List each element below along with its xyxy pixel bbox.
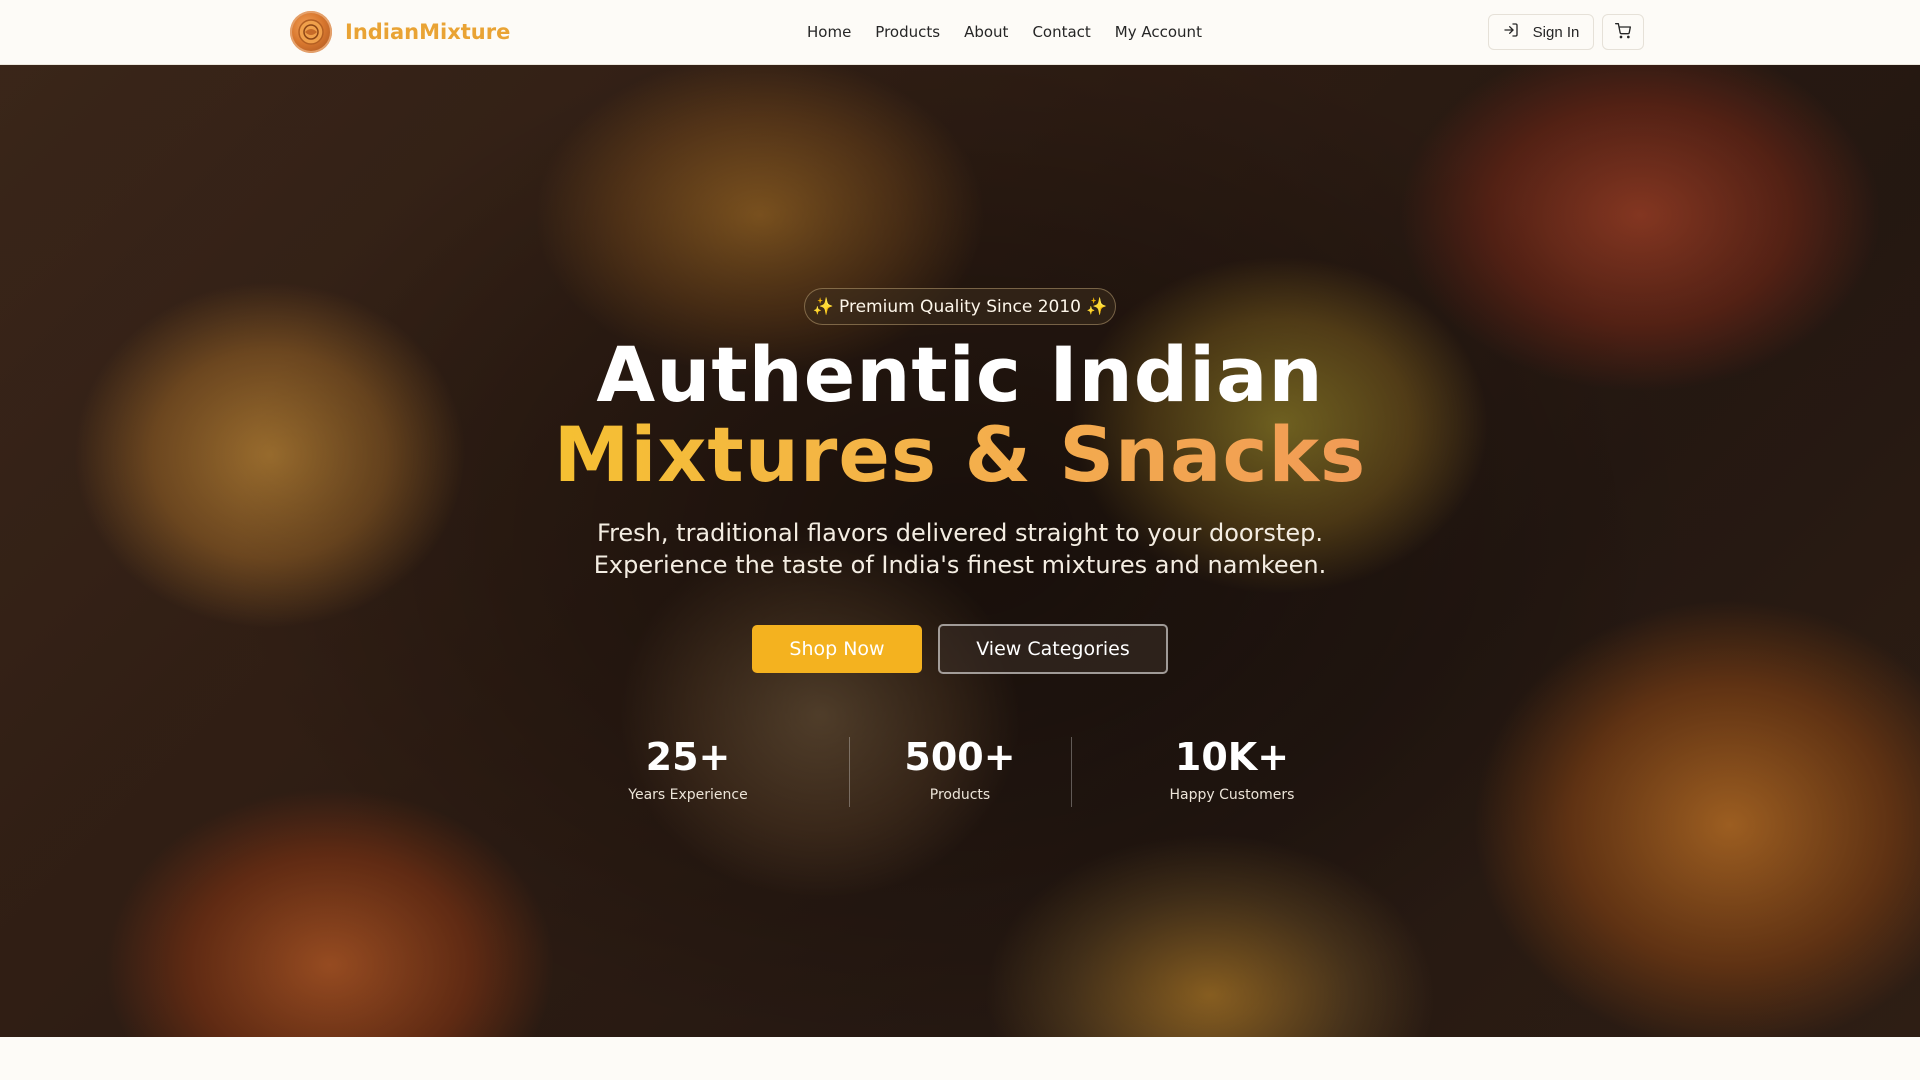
nav-link-about[interactable]: About xyxy=(964,23,1008,41)
hero-section: ✨ Premium Quality Since 2010 ✨ Authentic… xyxy=(0,65,1920,1037)
hero-subtitle: Fresh, traditional flavors delivered str… xyxy=(0,517,1920,581)
hero-subtitle-line1: Fresh, traditional flavors delivered str… xyxy=(597,519,1323,547)
shopping-cart-icon xyxy=(1615,22,1631,42)
brand-logo-icon xyxy=(290,11,332,53)
stat-label: Years Experience xyxy=(628,787,748,803)
stat-products: 500+ Products xyxy=(860,735,1060,807)
stat-value: 500+ xyxy=(904,735,1016,779)
nav-link-home[interactable]: Home xyxy=(807,23,851,41)
view-categories-button[interactable]: View Categories xyxy=(938,624,1168,674)
nav-link-products[interactable]: Products xyxy=(875,23,940,41)
hero-title-line1: Authentic Indian xyxy=(596,330,1324,419)
hero-content: ✨ Premium Quality Since 2010 ✨ Authentic… xyxy=(0,65,1920,1037)
stat-divider xyxy=(1071,737,1072,807)
sign-in-label: Sign In xyxy=(1532,23,1580,41)
hero-title: Authentic Indian Mixtures & Snacks xyxy=(0,335,1920,495)
main-nav: Home Products About Contact My Account xyxy=(807,0,1202,64)
sign-in-button[interactable]: Sign In xyxy=(1488,14,1594,50)
stat-happy-customers: 10K+ Happy Customers xyxy=(1132,735,1332,807)
stat-value: 10K+ xyxy=(1174,735,1290,779)
premium-quality-badge: ✨ Premium Quality Since 2010 ✨ xyxy=(804,288,1116,325)
stat-years-experience: 25+ Years Experience xyxy=(588,735,788,807)
site-header: IndianMixture Home Products About Contac… xyxy=(0,0,1920,65)
stat-value: 25+ xyxy=(645,735,731,779)
stat-divider xyxy=(849,737,850,807)
hero-subtitle-line2: Experience the taste of India's finest m… xyxy=(593,551,1327,579)
nav-link-my-account[interactable]: My Account xyxy=(1115,23,1202,41)
cart-button[interactable] xyxy=(1602,14,1644,50)
hero-title-line2: Mixtures & Snacks xyxy=(553,410,1367,499)
brand-name: IndianMixture xyxy=(345,20,511,44)
shop-now-button[interactable]: Shop Now xyxy=(752,625,922,673)
log-in-icon xyxy=(1503,22,1519,42)
nav-link-contact[interactable]: Contact xyxy=(1032,23,1090,41)
stat-label: Products xyxy=(929,787,991,803)
brand-link[interactable]: IndianMixture xyxy=(290,11,510,53)
stat-label: Happy Customers xyxy=(1169,787,1295,803)
